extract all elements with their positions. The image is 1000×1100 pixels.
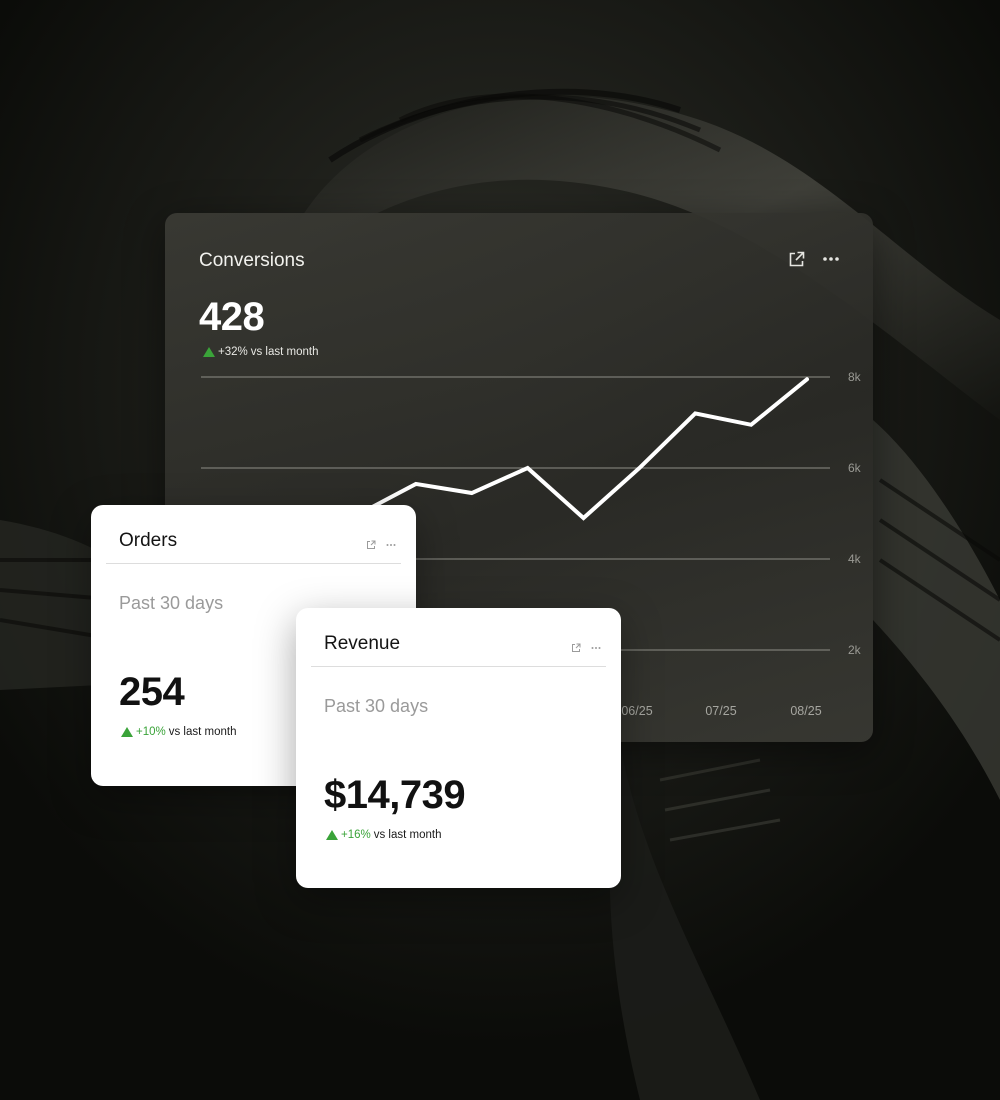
y-tick-label: 6k — [848, 461, 862, 475]
revenue-card: Revenue Past 30 days $14,739 +16% vs las… — [296, 608, 621, 888]
orders-delta: +10% vs last month — [121, 726, 236, 738]
revenue-period: Past 30 days — [324, 696, 429, 716]
y-tick-label: 4k — [848, 552, 862, 566]
conversions-delta-percent: +32% — [218, 346, 248, 358]
x-tick-label: 07/25 — [705, 704, 736, 718]
y-tick-label: 2k — [848, 643, 862, 657]
external-link-icon[interactable] — [365, 539, 377, 551]
revenue-delta-percent: +16% — [341, 829, 371, 841]
conversions-value: 428 — [199, 295, 265, 339]
trend-up-icon — [326, 830, 338, 840]
orders-period: Past 30 days — [119, 593, 224, 613]
conversions-delta-text: vs last month — [250, 346, 319, 358]
external-link-icon[interactable] — [786, 249, 806, 269]
external-link-icon[interactable] — [570, 642, 582, 654]
trend-up-icon — [203, 347, 215, 357]
orders-title: Orders — [119, 530, 178, 551]
revenue-title: Revenue — [324, 633, 401, 654]
conversions-title: Conversions — [199, 250, 305, 271]
revenue-delta: +16% vs last month — [326, 829, 441, 841]
more-horizontal-icon[interactable] — [590, 642, 602, 654]
x-tick-label: 08/25 — [790, 704, 821, 718]
orders-value: 254 — [119, 670, 185, 714]
orders-delta-percent: +10% — [136, 726, 166, 738]
more-horizontal-icon[interactable] — [821, 249, 841, 269]
y-tick-label: 8k — [848, 370, 862, 384]
revenue-value: $14,739 — [324, 773, 466, 817]
divider — [311, 666, 606, 667]
trend-up-icon — [121, 727, 133, 737]
revenue-delta-text: vs last month — [373, 829, 442, 841]
x-tick-label: 06/25 — [621, 704, 652, 718]
divider — [106, 563, 401, 564]
orders-delta-text: vs last month — [168, 726, 237, 738]
more-horizontal-icon[interactable] — [385, 539, 397, 551]
conversions-delta: +32% vs last month — [203, 346, 318, 358]
